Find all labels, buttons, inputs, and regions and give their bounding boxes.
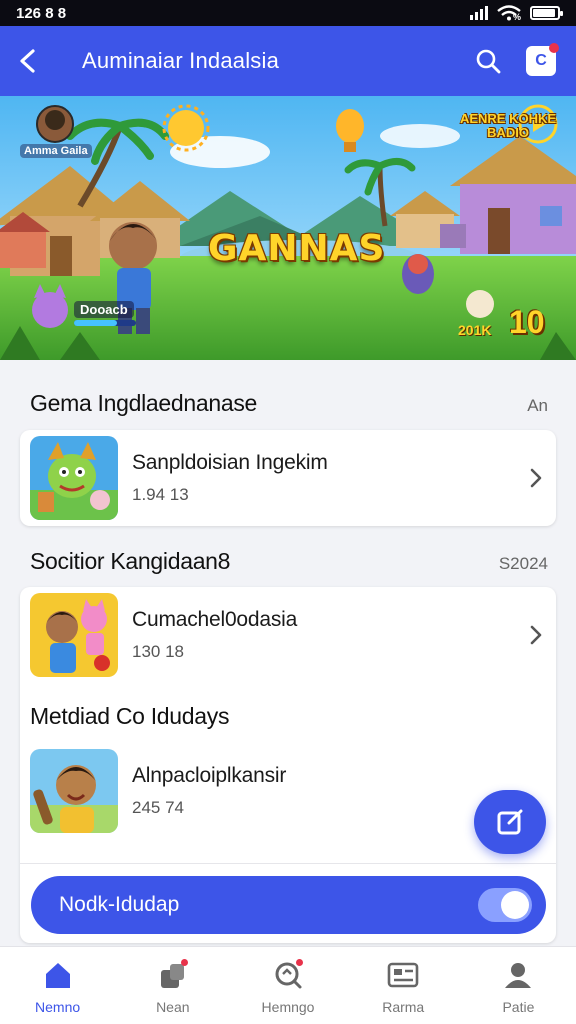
section-header: Socitior Kangidaan8 S2024	[30, 548, 548, 575]
nav-item-games[interactable]: Nean	[115, 947, 230, 1024]
list-item-title: Alnpacloiplkansir	[132, 764, 287, 787]
list-item-title: Sanpldoisian Ingekim	[132, 451, 328, 474]
games-icon	[156, 959, 190, 991]
notification-icon: C	[535, 52, 547, 69]
nav-label: Nemno	[35, 999, 81, 1015]
toggle-row[interactable]: Nodk-Idudap	[31, 876, 546, 934]
page-title: Auminaiar Indaalsia	[82, 48, 280, 73]
banner-player-label: Dooacb	[74, 301, 134, 318]
list-item-text: Sanpldoisian Ingekim 1.94 13	[132, 451, 516, 505]
boy-with-bat-thumbnail	[30, 749, 118, 833]
banner-top-right-badge[interactable]: AENRE KOHKE BADIO	[456, 104, 560, 158]
banner-title: GANNAS	[208, 228, 386, 269]
home-icon	[41, 959, 75, 991]
wifi-icon: %	[497, 5, 521, 21]
section-title: Gema Ingdlaednanase	[30, 390, 258, 416]
nav-badge	[296, 959, 303, 966]
list-item-subtitle: 1.94 13	[132, 485, 189, 504]
app-bar: Auminaiar Indaalsia C	[0, 26, 576, 96]
search-icon	[476, 49, 501, 74]
profile-icon	[501, 959, 535, 991]
list-item-title: Cumachel0odasia	[132, 608, 298, 631]
list-item-subtitle: 130 18	[132, 642, 184, 661]
banner-player-progress	[74, 320, 136, 326]
list-item[interactable]: Cumachel0odasia 130 18	[20, 587, 556, 683]
list-item-text: Cumachel0odasia 130 18	[132, 608, 516, 662]
chevron-right-icon[interactable]	[516, 467, 556, 489]
banner-top-left-label: Amma Gaila	[20, 144, 92, 158]
chevron-right-icon[interactable]	[516, 624, 556, 646]
section-meta[interactable]: S2024	[499, 554, 548, 574]
section-meta[interactable]: An	[527, 396, 548, 416]
nav-label: Rarma	[382, 999, 425, 1015]
card-icon	[386, 959, 420, 991]
bottom-nav: Nemno Nean Hemngo Rarma Patie	[0, 946, 576, 1024]
status-icons: %	[470, 5, 563, 21]
list-item[interactable]: Sanpldoisian Ingekim 1.94 13	[20, 430, 556, 526]
section-header: Gema Ingdlaednanase An	[30, 390, 548, 417]
divider	[20, 863, 556, 864]
battery-icon	[530, 6, 563, 20]
banner-score: 10	[509, 304, 545, 340]
nav-label: Hemngo	[261, 999, 315, 1015]
edit-icon	[497, 809, 523, 835]
nav-label: Nean	[156, 999, 190, 1015]
banner-score-small: 201K	[458, 322, 492, 338]
nav-badge	[180, 959, 188, 966]
dragon-character-thumbnail	[30, 436, 118, 520]
nav-item-card[interactable]: Rarma	[346, 947, 461, 1024]
status-bar: 126 8 8 %	[0, 0, 576, 26]
back-arrow-icon	[20, 49, 35, 73]
toggle-switch[interactable]	[478, 888, 532, 922]
nav-item-search[interactable]: Hemngo	[230, 947, 345, 1024]
back-button[interactable]	[0, 26, 56, 96]
signal-icon	[470, 6, 488, 20]
search-button[interactable]	[466, 39, 510, 83]
list-card: Sanpldoisian Ingekim 1.94 13	[20, 430, 556, 526]
nav-label: Patie	[502, 999, 535, 1015]
section-title: Socitior Kangidaan8	[30, 548, 231, 574]
notification-badge	[549, 43, 559, 53]
section-title: Metdiad Co Idudays	[30, 703, 230, 729]
toggle-knob	[501, 891, 529, 919]
edit-fab-button[interactable]	[474, 790, 546, 854]
status-time: 126 8 8	[16, 4, 67, 22]
kids-with-cat-thumbnail	[30, 593, 118, 677]
notification-button[interactable]: C	[526, 43, 559, 76]
nav-item-home[interactable]: Nemno	[0, 947, 115, 1024]
svg-text:%: %	[513, 12, 521, 21]
hero-banner[interactable]: GANNAS Amma Gaila AENRE KOHKE BADIO Dooa…	[0, 96, 576, 360]
toggle-label: Nodk-Idudap	[59, 893, 180, 916]
nav-item-profile[interactable]: Patie	[461, 947, 576, 1024]
search-badge-icon	[271, 959, 305, 991]
